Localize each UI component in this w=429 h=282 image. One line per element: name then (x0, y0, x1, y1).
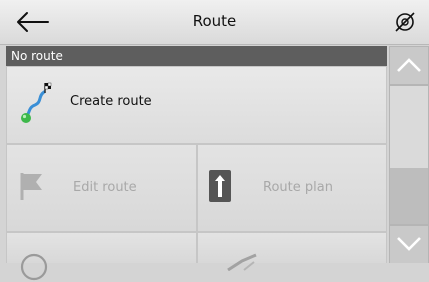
clock-icon (20, 253, 48, 281)
road-icon (227, 253, 257, 271)
scroll-track[interactable] (390, 86, 428, 224)
scroll-down-button[interactable] (390, 226, 428, 263)
create-route-button[interactable]: Create route (7, 67, 386, 143)
route-flag-icon (21, 82, 52, 123)
menu-tile-bottom-right[interactable] (198, 233, 386, 271)
route-plan-label: Route plan (263, 180, 333, 195)
top-bar: Route (0, 0, 429, 45)
chevron-down-icon (397, 237, 421, 251)
route-plan-icon (209, 170, 231, 202)
section-header: No route (6, 46, 387, 66)
no-location-icon[interactable] (393, 10, 417, 34)
menu-tile-bottom-left[interactable] (7, 233, 196, 281)
edit-route-label: Edit route (73, 180, 137, 195)
scroll-up-button[interactable] (390, 47, 428, 84)
chevron-up-icon (397, 58, 421, 72)
route-plan-button[interactable]: Route plan (198, 145, 386, 231)
menu-panel: No route Create route Edit route Route p… (6, 46, 387, 281)
page-title: Route (192, 12, 237, 30)
scroll-thumb[interactable] (390, 86, 428, 168)
scrollbar[interactable] (389, 46, 429, 263)
edit-route-button[interactable]: Edit route (7, 145, 196, 231)
create-route-label: Create route (70, 94, 152, 109)
flag-icon (20, 173, 42, 200)
